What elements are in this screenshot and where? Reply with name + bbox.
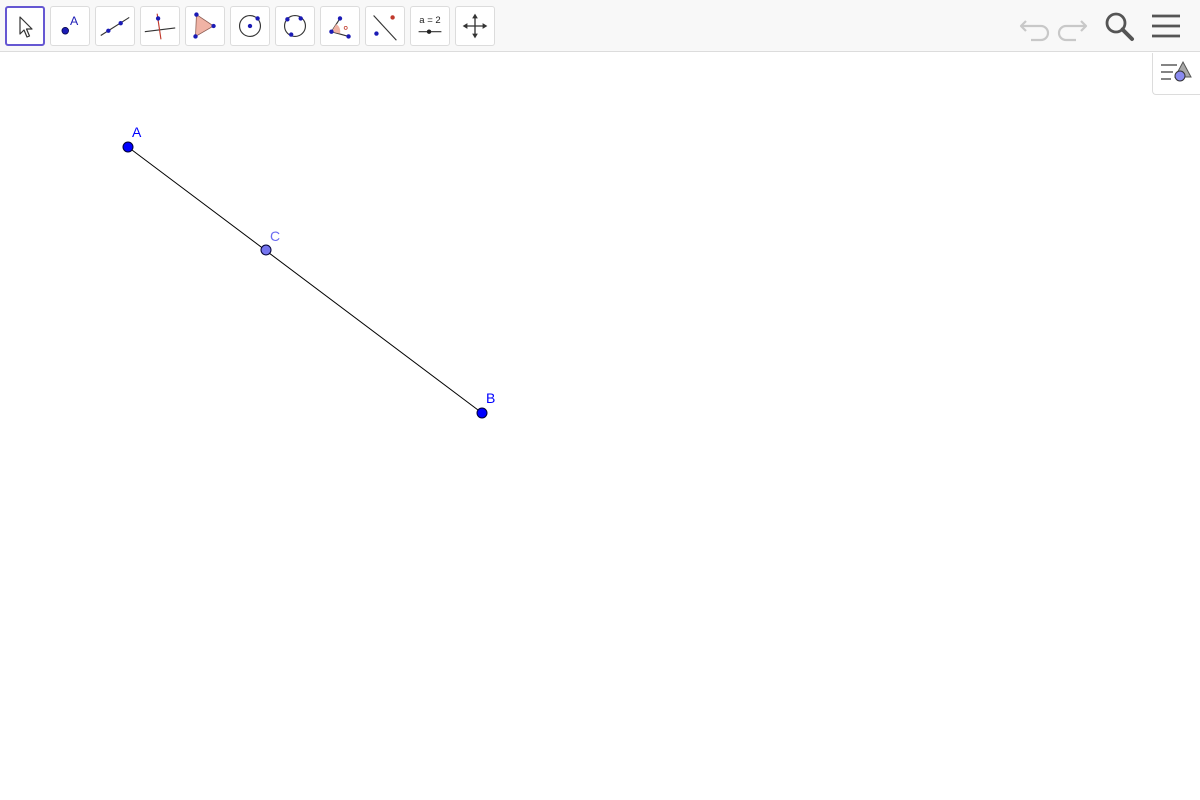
- point-icon: A: [61, 14, 79, 35]
- point-b-label: B: [486, 390, 495, 406]
- graphics-view[interactable]: A C B: [0, 53, 1200, 800]
- line-through-two-points-icon: [100, 16, 130, 36]
- move-graphics-view-icon: [462, 13, 488, 39]
- arrow-pointer-icon: [19, 16, 33, 38]
- move-tool-button[interactable]: [5, 6, 45, 46]
- point-a-label: A: [132, 124, 142, 140]
- circle-center-point-icon: [238, 14, 262, 38]
- style-bar-toggle-button[interactable]: [1152, 53, 1200, 95]
- reflect-about-line-tool-button[interactable]: [365, 6, 405, 46]
- construction-canvas[interactable]: A C B: [0, 53, 1200, 800]
- toolbar: A a = 2: [0, 0, 1200, 52]
- segment-ab[interactable]: [127, 146, 483, 414]
- menu-icon: [1152, 14, 1180, 38]
- undo-button[interactable]: [1017, 8, 1053, 44]
- reflect-about-line-icon: [373, 15, 397, 41]
- point-c-label: C: [270, 228, 280, 244]
- angle-icon: [329, 16, 351, 39]
- move-graphics-view-tool-button[interactable]: [455, 6, 495, 46]
- slider-tool-label: a = 2: [419, 15, 440, 26]
- style-bar-icon: [1161, 60, 1192, 82]
- point-tool-button[interactable]: A: [50, 6, 90, 46]
- slider-tool-button[interactable]: a = 2: [410, 6, 450, 46]
- point-tool-label: A: [70, 14, 79, 28]
- search-icon: [1105, 12, 1134, 41]
- redo-icon: [1057, 20, 1088, 42]
- main-menu-button[interactable]: [1148, 8, 1184, 44]
- point-c[interactable]: [260, 244, 272, 256]
- perpendicular-line-icon: [144, 13, 176, 40]
- geogebra-app: A a = 2 A C B: [0, 0, 1200, 800]
- redo-button[interactable]: [1054, 8, 1090, 44]
- angle-tool-button[interactable]: [320, 6, 360, 46]
- perpendicular-line-tool-button[interactable]: [140, 6, 180, 46]
- polygon-tool-button[interactable]: [185, 6, 225, 46]
- circle-three-points-tool-button[interactable]: [275, 6, 315, 46]
- point-b[interactable]: [476, 407, 488, 419]
- line-tool-button[interactable]: [95, 6, 135, 46]
- point-a[interactable]: [122, 141, 134, 153]
- slider-icon: a = 2: [418, 15, 442, 34]
- search-button[interactable]: [1101, 8, 1137, 44]
- circle-center-point-tool-button[interactable]: [230, 6, 270, 46]
- polygon-icon: [193, 12, 216, 39]
- undo-icon: [1019, 20, 1050, 42]
- circle-three-points-icon: [283, 14, 307, 38]
